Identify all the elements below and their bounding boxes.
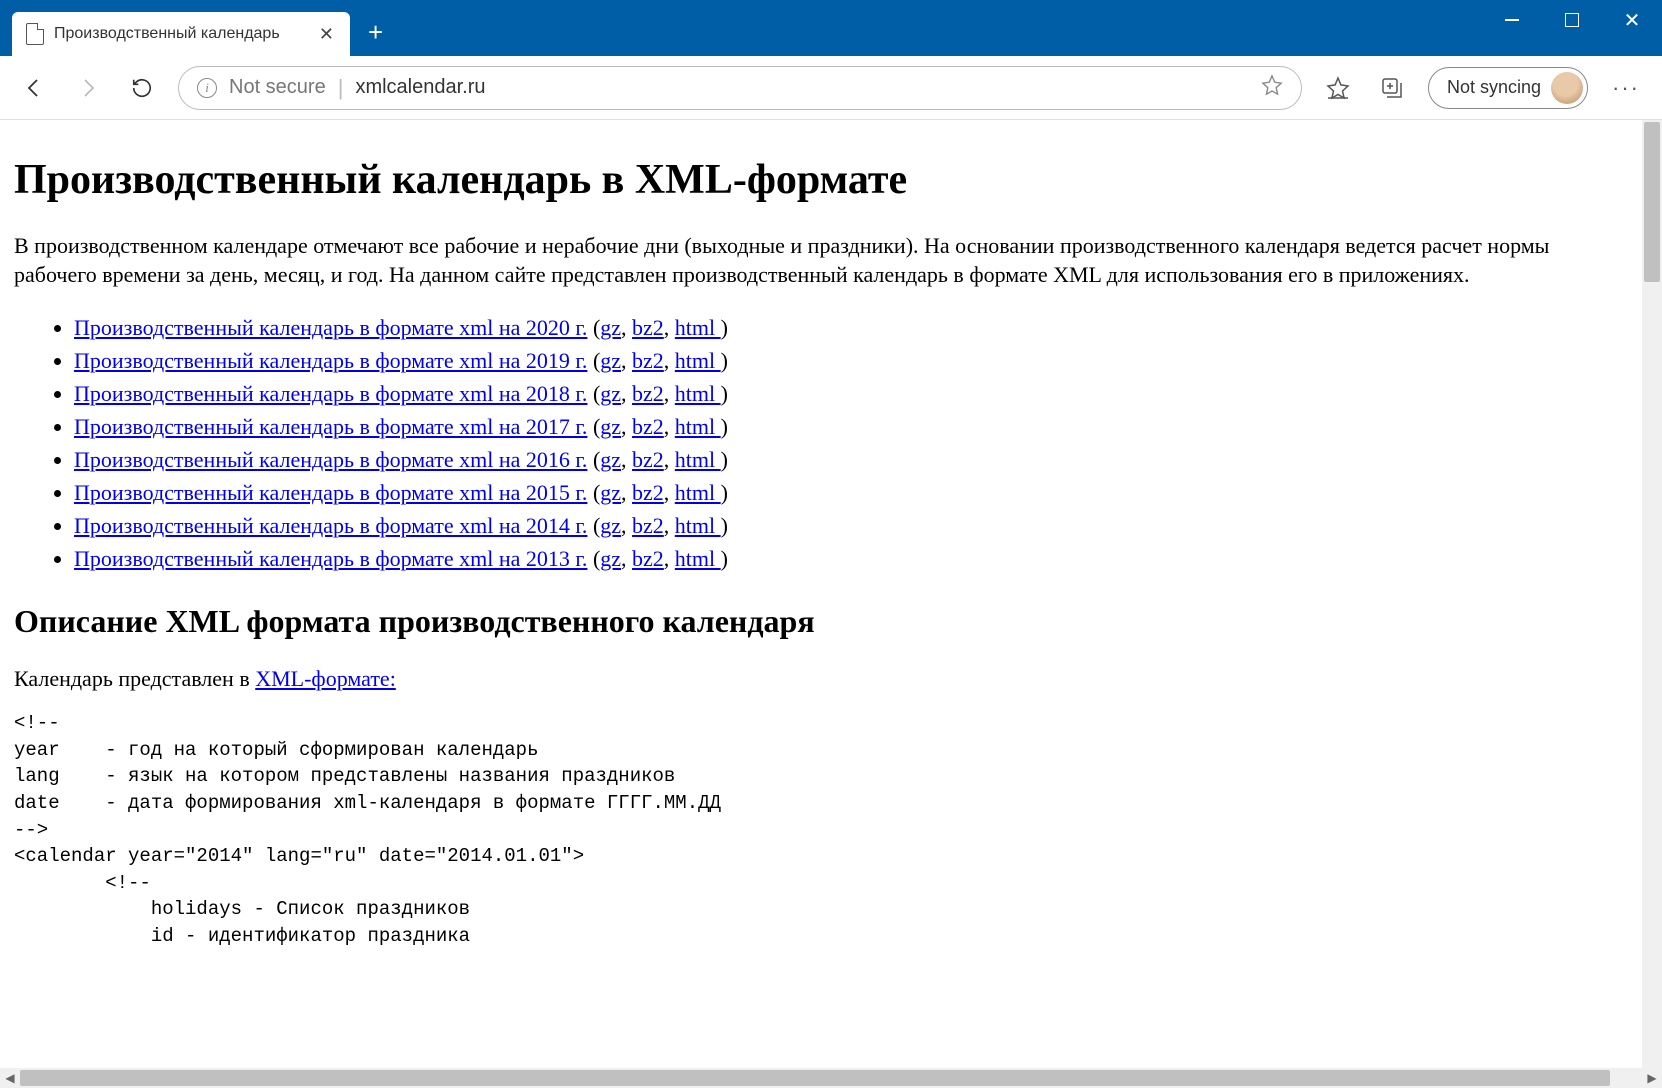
avatar — [1551, 72, 1583, 104]
favorites-icon[interactable] — [1320, 70, 1356, 106]
xml-link-2013[interactable]: Производственный календарь в формате xml… — [74, 546, 587, 571]
tab-title: Производственный календарь — [54, 25, 307, 43]
gz-link-2017[interactable]: gz — [600, 414, 621, 439]
browser-tab[interactable]: Производственный календарь ✕ — [12, 12, 350, 56]
horizontal-scrollbar[interactable]: ◀ ▶ — [0, 1068, 1662, 1088]
gz-link-2018[interactable]: gz — [600, 381, 621, 406]
page-title: Производственный календарь в XML-формате — [14, 156, 1628, 204]
xml-link-2017[interactable]: Производственный календарь в формате xml… — [74, 414, 587, 439]
minimize-button[interactable] — [1482, 0, 1542, 40]
gz-link-2014[interactable]: gz — [600, 513, 621, 538]
back-button[interactable] — [16, 70, 52, 106]
bz2-link-2016[interactable]: bz2 — [632, 447, 664, 472]
page-content: Производственный календарь в XML-формате… — [0, 120, 1642, 1068]
gz-link-2015[interactable]: gz — [600, 480, 621, 505]
list-item: Производственный календарь в формате xml… — [74, 311, 1628, 344]
maximize-button[interactable] — [1542, 0, 1602, 40]
collections-icon[interactable] — [1374, 70, 1410, 106]
list-item: Производственный календарь в формате xml… — [74, 410, 1628, 443]
horizontal-scroll-thumb[interactable] — [20, 1070, 1610, 1086]
titlebar: Производственный календарь ✕ + ✕ — [0, 0, 1662, 56]
xml-link-2018[interactable]: Производственный календарь в формате xml… — [74, 381, 587, 406]
sync-label: Not syncing — [1447, 77, 1541, 98]
xml-format-link[interactable]: XML-формате: — [255, 666, 396, 691]
code-block: <!-- year - год на который сформирован к… — [14, 710, 1628, 949]
close-tab-icon[interactable]: ✕ — [317, 22, 336, 47]
vertical-scroll-thumb[interactable] — [1644, 122, 1660, 282]
html-link-2017[interactable]: html — [675, 414, 721, 439]
xml-link-2014[interactable]: Производственный календарь в формате xml… — [74, 513, 587, 538]
favorite-star-icon[interactable] — [1261, 74, 1283, 102]
download-list: Производственный календарь в формате xml… — [14, 311, 1628, 575]
scroll-left-icon[interactable]: ◀ — [0, 1068, 20, 1088]
html-link-2016[interactable]: html — [675, 447, 721, 472]
vertical-scrollbar[interactable] — [1642, 120, 1662, 1068]
list-item: Производственный календарь в формате xml… — [74, 509, 1628, 542]
toolbar: i Not secure | xmlcalendar.ru Not syncin… — [0, 56, 1662, 120]
refresh-button[interactable] — [124, 70, 160, 106]
list-item: Производственный календарь в формате xml… — [74, 476, 1628, 509]
list-item: Производственный календарь в формате xml… — [74, 443, 1628, 476]
xml-link-2016[interactable]: Производственный календарь в формате xml… — [74, 447, 587, 472]
xml-link-2015[interactable]: Производственный календарь в формате xml… — [74, 480, 587, 505]
list-item: Производственный календарь в формате xml… — [74, 542, 1628, 575]
bz2-link-2019[interactable]: bz2 — [632, 348, 664, 373]
bz2-link-2013[interactable]: bz2 — [632, 546, 664, 571]
bz2-link-2014[interactable]: bz2 — [632, 513, 664, 538]
html-link-2020[interactable]: html — [675, 315, 721, 340]
xml-link-2019[interactable]: Производственный календарь в формате xml… — [74, 348, 587, 373]
url-text: xmlcalendar.ru — [355, 76, 1249, 99]
list-item: Производственный календарь в формате xml… — [74, 344, 1628, 377]
more-menu-button[interactable]: ··· — [1606, 75, 1646, 101]
html-link-2015[interactable]: html — [675, 480, 721, 505]
html-link-2014[interactable]: html — [675, 513, 721, 538]
viewport: Производственный календарь в XML-формате… — [0, 120, 1662, 1088]
forward-button[interactable] — [70, 70, 106, 106]
window-controls: ✕ — [1482, 0, 1662, 56]
xml-link-2020[interactable]: Производственный календарь в формате xml… — [74, 315, 587, 340]
section-heading: Описание XML формата производственного к… — [14, 603, 1628, 640]
profile-sync-button[interactable]: Not syncing — [1428, 67, 1588, 109]
separator: | — [338, 75, 344, 101]
site-info-icon[interactable]: i — [197, 78, 217, 98]
bz2-link-2020[interactable]: bz2 — [632, 315, 664, 340]
list-item: Производственный календарь в формате xml… — [74, 377, 1628, 410]
tab-strip: Производственный календарь ✕ + — [0, 12, 1482, 56]
scroll-right-icon[interactable]: ▶ — [1642, 1068, 1662, 1088]
window-close-button[interactable]: ✕ — [1602, 0, 1662, 40]
horizontal-track[interactable] — [20, 1068, 1642, 1088]
format-prefix: Календарь представлен в — [14, 666, 255, 691]
html-link-2018[interactable]: html — [675, 381, 721, 406]
gz-link-2020[interactable]: gz — [600, 315, 621, 340]
bz2-link-2018[interactable]: bz2 — [632, 381, 664, 406]
bz2-link-2015[interactable]: bz2 — [632, 480, 664, 505]
gz-link-2013[interactable]: gz — [600, 546, 621, 571]
format-paragraph: Календарь представлен в XML-формате: — [14, 666, 1628, 692]
security-label: Not secure — [229, 76, 326, 99]
address-bar[interactable]: i Not secure | xmlcalendar.ru — [178, 66, 1302, 110]
html-link-2019[interactable]: html — [675, 348, 721, 373]
intro-paragraph: В производственном календаре отмечают вс… — [14, 232, 1628, 289]
html-link-2013[interactable]: html — [675, 546, 721, 571]
bz2-link-2017[interactable]: bz2 — [632, 414, 664, 439]
page-icon — [26, 23, 44, 45]
gz-link-2016[interactable]: gz — [600, 447, 621, 472]
gz-link-2019[interactable]: gz — [600, 348, 621, 373]
new-tab-button[interactable]: + — [350, 17, 401, 56]
